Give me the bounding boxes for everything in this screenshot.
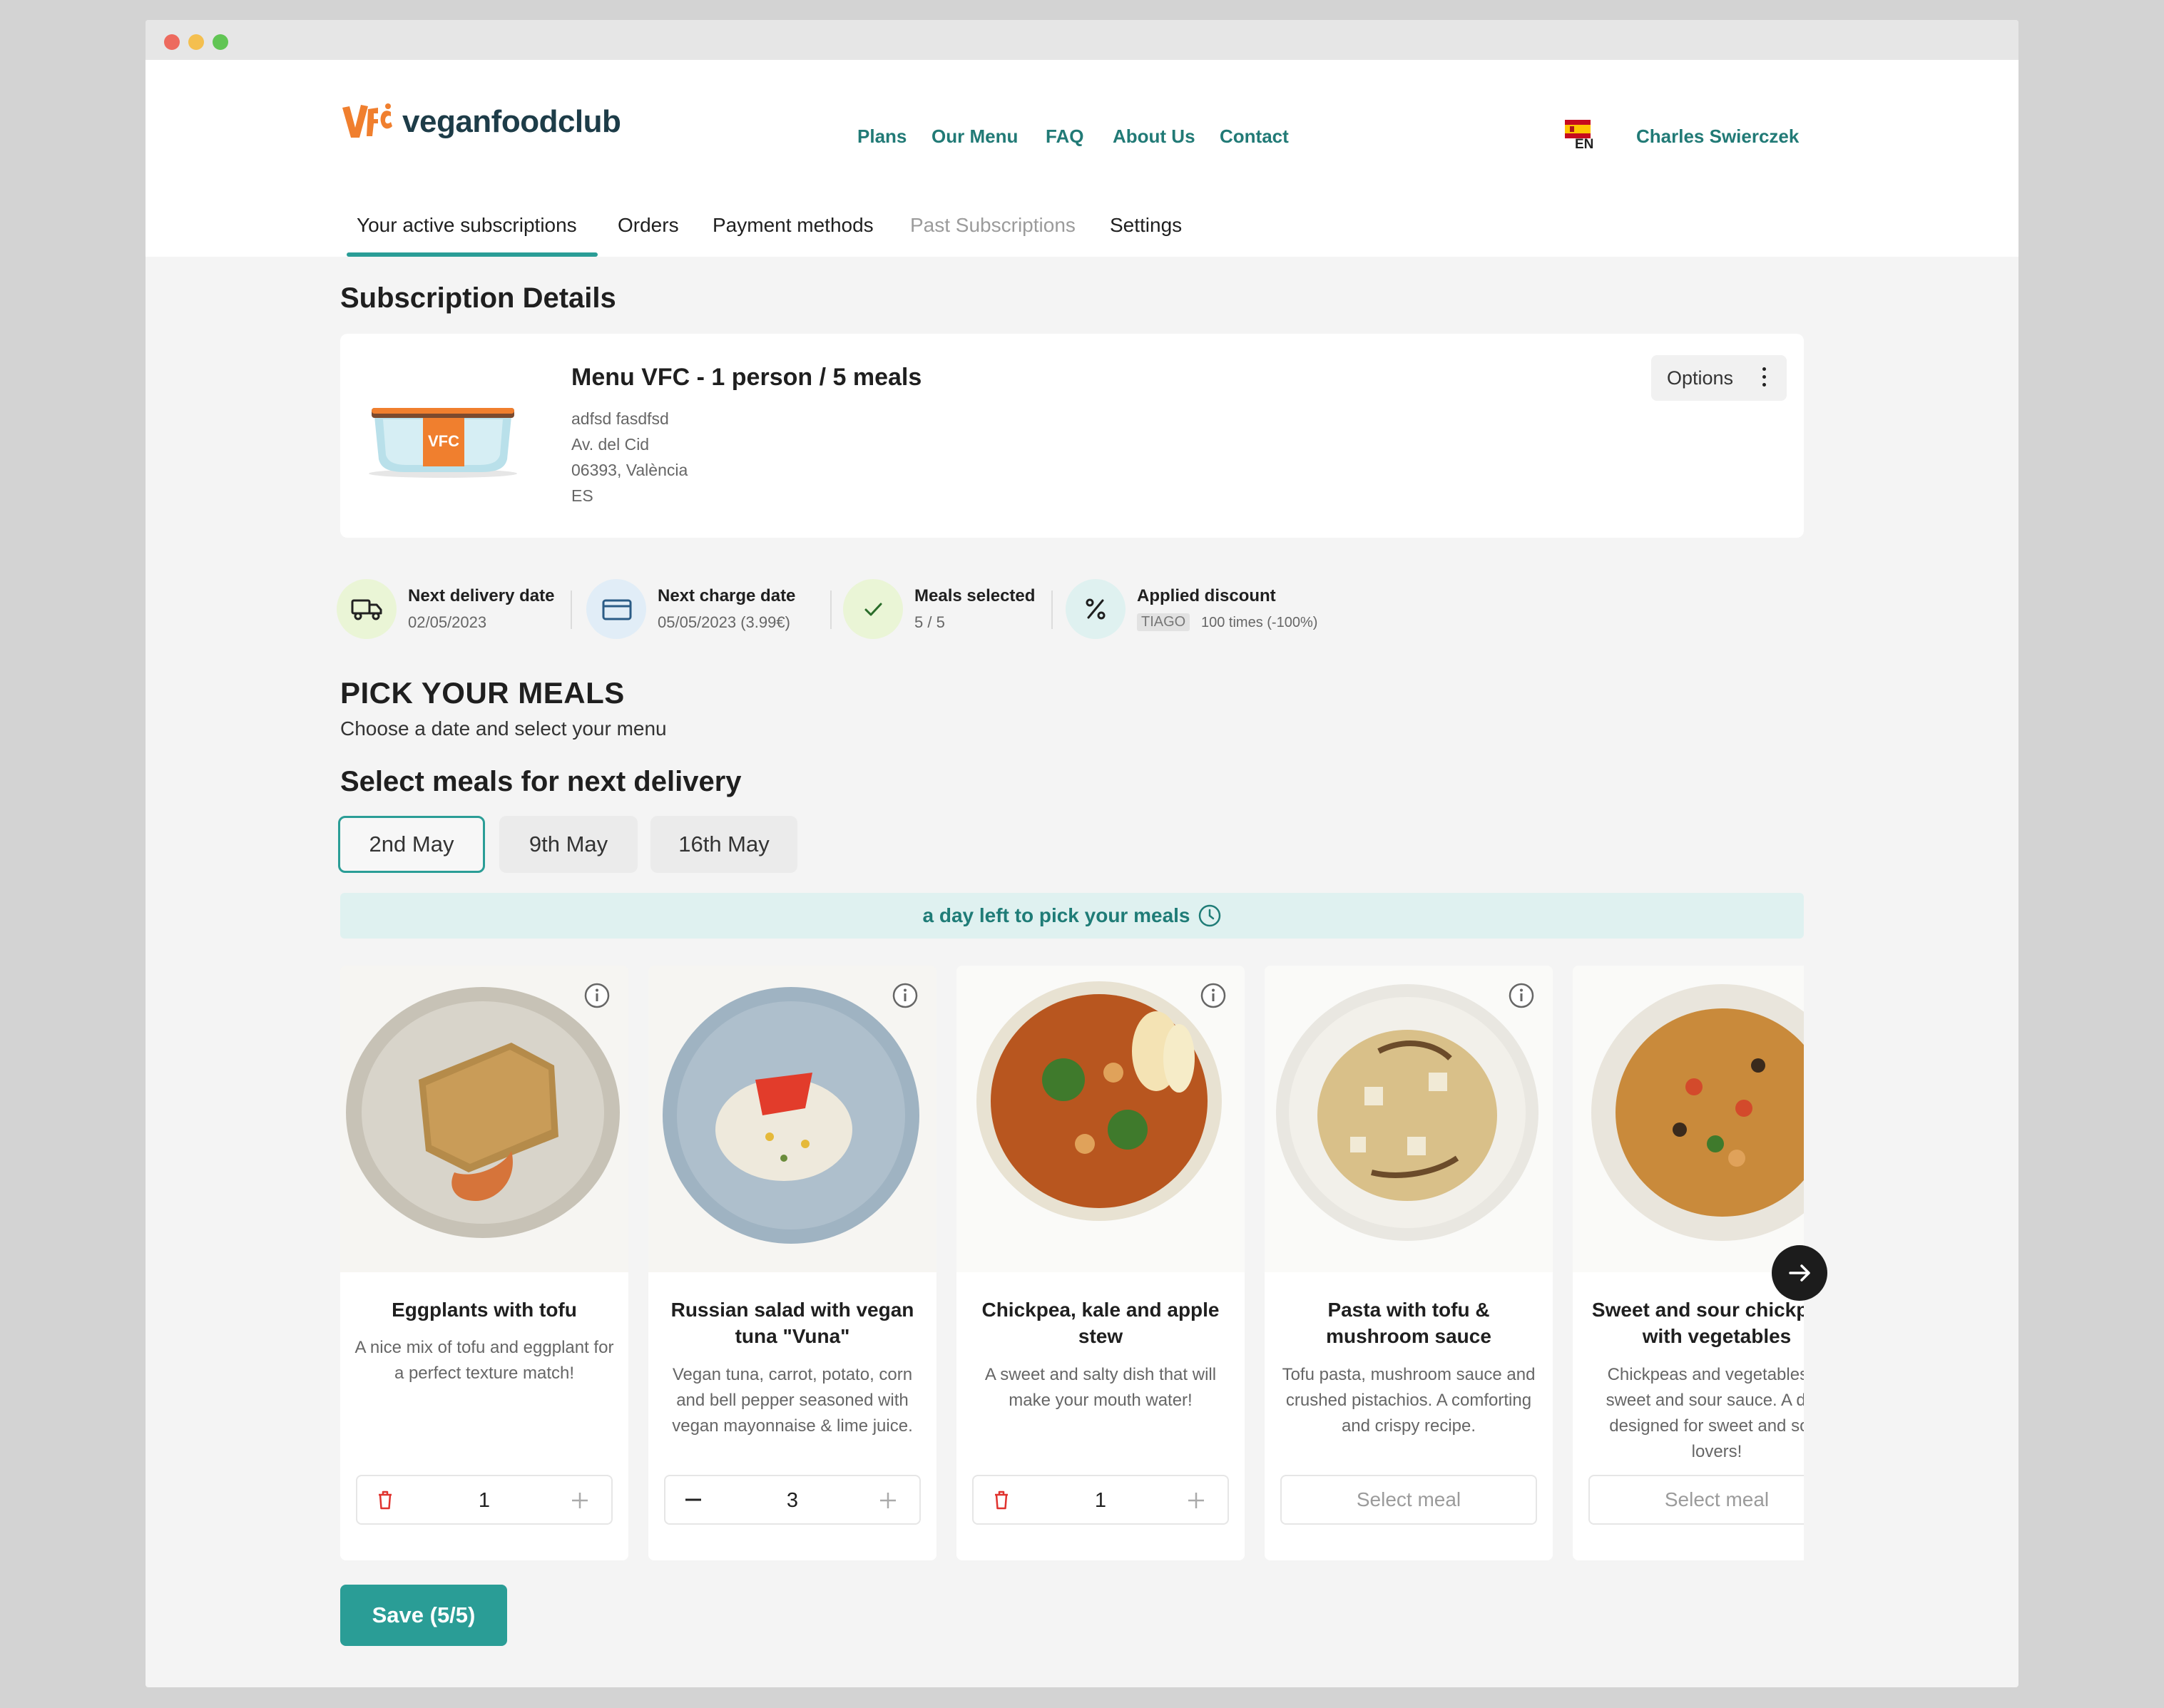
account-tabs: Your active subscriptions Orders Payment… — [146, 193, 2018, 257]
meal-title: Pasta with tofu & mushroom sauce — [1326, 1299, 1491, 1347]
tab-active-subscriptions[interactable]: Your active subscriptions — [357, 214, 577, 237]
options-button[interactable]: Options — [1651, 355, 1787, 401]
date-button[interactable]: 9th May — [499, 816, 638, 873]
subscription-details-heading: Subscription Details — [340, 282, 616, 314]
address-line: ES — [571, 486, 593, 505]
tab-past-subscriptions: Past Subscriptions — [910, 214, 1076, 236]
stat-value: 02/05/2023 — [408, 613, 487, 631]
minimize-window-button[interactable] — [188, 34, 204, 50]
address-line: 06393, València — [571, 461, 688, 479]
meal-photo — [956, 966, 1245, 1272]
meal-card: Eggplants with tofu A nice mix of tofu a… — [340, 966, 628, 1560]
meal-title: Sweet and sour chickpeas with vegetables — [1591, 1299, 1804, 1347]
options-label: Options — [1667, 367, 1734, 389]
meal-description: Tofu pasta, mushroom sauce and crushed p… — [1282, 1365, 1536, 1436]
window-titlebar — [146, 20, 2018, 60]
subscription-title: Menu VFC - 1 person / 5 meals — [571, 364, 922, 391]
check-icon — [843, 579, 903, 639]
meal-card: Sweet and sour chickpeas with vegetables… — [1573, 966, 1804, 1560]
meal-description: Vegan tuna, carrot, potato, corn and bel… — [672, 1365, 913, 1436]
meal-card: Pasta with tofu & mushroom sauce Tofu pa… — [1265, 966, 1553, 1560]
meal-carousel: Eggplants with tofu A nice mix of tofu a… — [340, 966, 1804, 1560]
stat-label: Next charge date — [658, 586, 796, 605]
discount-code-badge: TIAGO — [1137, 613, 1190, 631]
credit-card-icon — [586, 579, 646, 639]
stat-value: 05/05/2023 (3.99€) — [658, 613, 790, 631]
deadline-text: a day left to pick your meals — [922, 904, 1190, 926]
stat-value: 100 times (-100%) — [1201, 615, 1318, 630]
meal-photo — [1265, 966, 1553, 1272]
info-icon[interactable] — [1200, 983, 1226, 1008]
brand-logo[interactable]: veganfoodclub — [341, 97, 621, 147]
select-meal-button[interactable]: Select meal — [1588, 1475, 1804, 1525]
address-line: adfsd fasdfsd — [571, 409, 669, 428]
stat-label: Applied discount — [1137, 586, 1276, 605]
tab-settings[interactable]: Settings — [1110, 214, 1182, 237]
divider — [571, 590, 572, 629]
carousel-next-button[interactable] — [1772, 1245, 1827, 1301]
stat-label: Meals selected — [914, 586, 1036, 605]
meal-box-illustration: VFC — [369, 408, 517, 478]
browser-window: veganfoodclub Plans Our Menu FAQ About U… — [146, 20, 2018, 1687]
select-meal-button[interactable]: Select meal — [1280, 1475, 1537, 1525]
subscription-card: VFC Menu VFC - 1 person / 5 meals adfsd … — [340, 334, 1804, 538]
meal-description: A sweet and salty dish that will make yo… — [984, 1365, 1217, 1410]
deadline-banner: a day left to pick your meals — [340, 893, 1804, 939]
info-icon[interactable] — [1509, 983, 1534, 1008]
arrow-right-icon — [1789, 1264, 1810, 1282]
nav-plans[interactable]: Plans — [857, 126, 907, 148]
close-window-button[interactable] — [164, 34, 180, 50]
save-button[interactable]: Save (5/5) — [340, 1585, 507, 1646]
box-badge-text: VFC — [428, 432, 459, 450]
info-icon[interactable] — [584, 983, 610, 1008]
active-tab-indicator — [347, 252, 598, 257]
meal-card: Russian salad with vegan tuna "Vuna" Veg… — [648, 966, 936, 1560]
quantity-stepper: 1 — [972, 1475, 1229, 1525]
nav-our-menu[interactable]: Our Menu — [932, 126, 1018, 148]
clock-icon — [1198, 904, 1220, 927]
nav-about-us[interactable]: About Us — [1113, 126, 1195, 148]
spain-flag-icon[interactable] — [1565, 120, 1591, 138]
plus-icon[interactable] — [1186, 1490, 1206, 1510]
meal-title: Eggplants with tofu — [392, 1299, 577, 1321]
tab-payment-methods[interactable]: Payment methods — [713, 214, 874, 237]
zoom-window-button[interactable] — [213, 34, 228, 50]
meal-description: A nice mix of tofu and eggplant for a pe… — [354, 1338, 614, 1383]
stat-label: Next delivery date — [408, 586, 555, 605]
quantity-stepper: 1 — [356, 1475, 613, 1525]
meal-photo — [648, 966, 936, 1272]
language-code[interactable]: EN — [1575, 137, 1593, 153]
meal-title: Russian salad with vegan tuna "Vuna" — [670, 1299, 914, 1347]
nav-faq[interactable]: FAQ — [1046, 126, 1083, 148]
stat-value: 5 / 5 — [914, 613, 945, 631]
plus-icon[interactable] — [878, 1490, 898, 1510]
plus-icon[interactable] — [570, 1490, 590, 1510]
percent-icon — [1066, 579, 1126, 639]
truck-icon — [337, 579, 397, 639]
info-icon[interactable] — [892, 983, 918, 1008]
divider — [830, 590, 832, 629]
meal-photo — [1573, 966, 1804, 1272]
more-vertical-icon — [1762, 367, 1767, 389]
select-meals-title: Select meals for next delivery — [340, 766, 742, 797]
nav-contact[interactable]: Contact — [1220, 126, 1289, 148]
pick-meals-title: PICK YOUR MEALS — [340, 676, 625, 710]
pick-meals-subtitle: Choose a date and select your menu — [340, 717, 667, 740]
divider — [1051, 590, 1053, 629]
meal-photo — [340, 966, 628, 1272]
tab-orders[interactable]: Orders — [618, 214, 679, 237]
brand-name: veganfoodclub — [402, 104, 621, 139]
quantity-stepper: 3 — [664, 1475, 921, 1525]
user-account-link[interactable]: Charles Swierczek — [1636, 126, 1799, 148]
meal-description: Chickpeas and vegetables in sweet and so… — [1606, 1365, 1804, 1461]
date-button[interactable]: 2nd May — [338, 816, 485, 873]
address-line: Av. del Cid — [571, 435, 650, 454]
vfc-logo-icon — [342, 103, 392, 138]
site-header: veganfoodclub Plans Our Menu FAQ About U… — [146, 60, 2018, 193]
meal-title: Chickpea, kale and apple stew — [981, 1299, 1220, 1347]
meal-card: Chickpea, kale and apple stew A sweet an… — [956, 966, 1245, 1560]
date-button[interactable]: 16th May — [650, 816, 797, 873]
